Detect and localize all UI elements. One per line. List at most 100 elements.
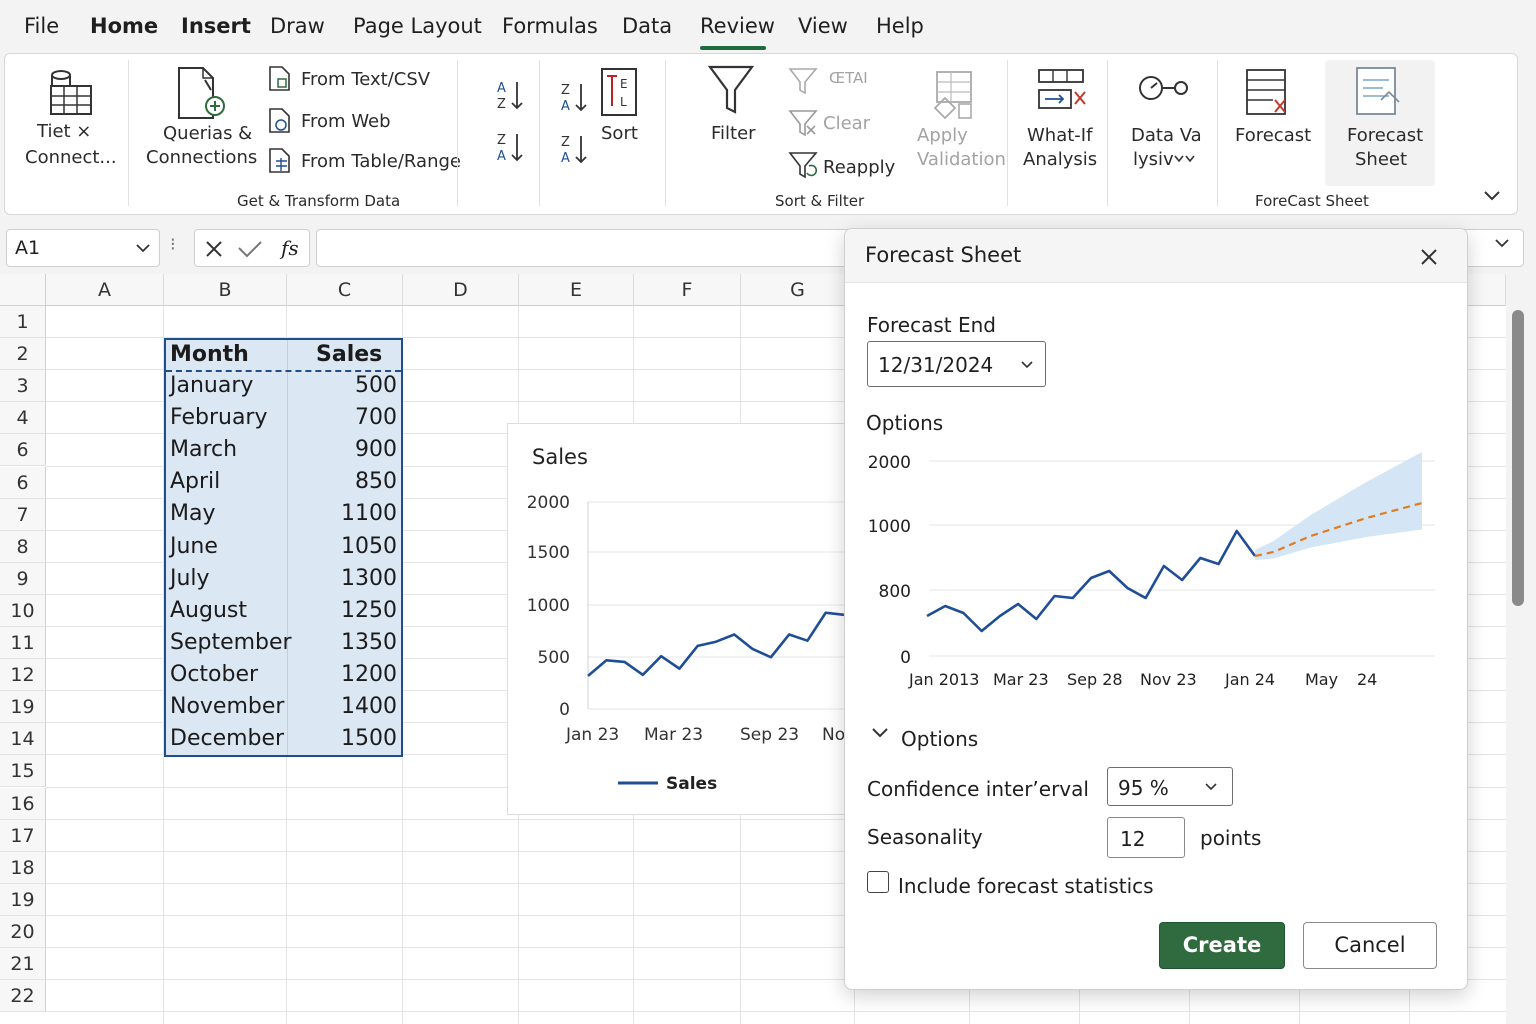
expand-formula-bar-icon[interactable] [1494, 238, 1510, 248]
row-header[interactable]: 4 [0, 402, 46, 435]
row-header[interactable]: 12 [0, 659, 46, 692]
menu-page-layout[interactable]: Page Layout [353, 14, 482, 38]
insert-function-button[interactable]: fs [281, 236, 299, 260]
row-header[interactable]: 11 [0, 627, 46, 660]
row-header[interactable]: 3 [0, 370, 46, 403]
column-header-c[interactable]: C [287, 274, 403, 306]
cell-sales[interactable]: 1400 [341, 694, 397, 719]
cell-month[interactable]: May [170, 501, 215, 526]
forecast-end-select[interactable]: 12/31/2024 [867, 341, 1046, 387]
data-analysis-icon [1139, 76, 1188, 100]
row-header[interactable]: 19 [0, 691, 46, 724]
name-box[interactable]: A1 [6, 229, 160, 267]
select-all-corner[interactable] [0, 274, 46, 306]
cell-sales[interactable]: 1200 [341, 662, 397, 687]
include-stats-label[interactable]: Include forecast statistics [898, 874, 1154, 898]
cell-month[interactable]: October [170, 662, 258, 687]
cell-sales[interactable]: 1350 [341, 630, 397, 655]
row-header[interactable]: 17 [0, 819, 46, 852]
row-header[interactable]: 9 [0, 562, 46, 595]
menu-view[interactable]: View [798, 14, 848, 38]
row-header[interactable]: 16 [0, 787, 46, 820]
reapply-filter-icon [788, 152, 818, 179]
column-header-a[interactable]: A [46, 274, 164, 306]
row-header[interactable]: 1 [0, 306, 46, 339]
cell-sales[interactable]: 700 [355, 405, 397, 430]
scrollbar-thumb[interactable] [1512, 310, 1524, 606]
column-header-d[interactable]: D [403, 274, 519, 306]
cell-month[interactable]: April [170, 469, 220, 494]
confirm-entry-icon[interactable] [237, 240, 263, 258]
menu-draw[interactable]: Draw [270, 14, 325, 38]
row-header[interactable]: 21 [0, 948, 46, 981]
column-header-g[interactable]: G [741, 274, 855, 306]
cell-month[interactable]: February [170, 405, 268, 430]
cell-sales[interactable]: 1300 [341, 566, 397, 591]
column-header-f[interactable]: F [634, 274, 741, 306]
cell-month[interactable]: August [170, 598, 247, 623]
table-column-divider [287, 340, 288, 755]
header-month[interactable]: Month [170, 342, 249, 367]
column-header-b[interactable]: B [164, 274, 287, 306]
cell-sales[interactable]: 1050 [341, 534, 397, 559]
menu-home[interactable]: Home [90, 14, 158, 38]
close-icon[interactable] [1413, 241, 1445, 273]
row-header[interactable]: 6 [0, 466, 46, 499]
cell-month[interactable]: June [170, 534, 218, 559]
cell-month[interactable]: January [170, 373, 253, 398]
cell-month[interactable]: December [170, 726, 284, 751]
include-stats-checkbox[interactable] [867, 871, 889, 893]
row-header[interactable]: 7 [0, 498, 46, 531]
chevron-down-icon[interactable] [135, 243, 151, 253]
cancel-entry-icon[interactable] [205, 240, 223, 258]
cell-month[interactable]: March [170, 437, 237, 462]
row-header[interactable]: 6 [0, 434, 46, 467]
forecast-sheet-button[interactable]: Forecast Sheet [1325, 60, 1435, 186]
row-header[interactable]: 19 [0, 883, 46, 916]
create-button[interactable]: Create [1159, 922, 1285, 969]
chevron-down-icon[interactable] [871, 727, 889, 739]
cell-sales[interactable]: 900 [355, 437, 397, 462]
menu-data[interactable]: Data [622, 14, 672, 38]
cell-sales[interactable]: 1100 [341, 501, 397, 526]
cell-sales[interactable]: 1500 [341, 726, 397, 751]
cancel-button[interactable]: Cancel [1303, 922, 1437, 969]
cell-month[interactable]: November [170, 694, 284, 719]
options-toggle[interactable]: Options [901, 727, 978, 751]
sales-table[interactable]: Month Sales January 500 February 700 March 90… [164, 338, 403, 757]
cell-sales[interactable]: 500 [355, 373, 397, 398]
row-header[interactable]: 22 [0, 980, 46, 1013]
menu-formulas[interactable]: Formulas [502, 14, 598, 38]
confidence-interval-select[interactable]: 95 % [1107, 767, 1233, 806]
sort-az-icon[interactable]: Z A [559, 132, 589, 166]
sales-chart[interactable]: Sales 2000 1500 1000 500 0 Jan 23 Mar 23 Sep 23 N… [507, 423, 868, 815]
cell-sales[interactable]: 1250 [341, 598, 397, 623]
header-sales[interactable]: Sales [316, 342, 382, 367]
forecast-y-tick: 1000 [868, 517, 911, 537]
menu-file[interactable]: File [24, 14, 59, 38]
menu-review[interactable]: Review [700, 14, 775, 38]
ribbon-collapse-icon[interactable] [1483, 190, 1501, 202]
row-header[interactable]: 8 [0, 530, 46, 563]
menu-help[interactable]: Help [876, 14, 924, 38]
sort-ascending-icon[interactable]: A Z [495, 78, 525, 112]
sort-za-icon[interactable]: Z A [559, 80, 589, 114]
svg-text:Z: Z [497, 133, 506, 148]
row-header[interactable]: 18 [0, 851, 46, 884]
row-header[interactable]: 20 [0, 915, 46, 948]
web-file-icon [269, 108, 290, 133]
cell-month[interactable]: September [170, 630, 292, 655]
row-header[interactable]: 14 [0, 723, 46, 756]
column-header-e[interactable]: E [519, 274, 634, 306]
cell-sales[interactable]: 850 [355, 469, 397, 494]
row-header[interactable]: 2 [0, 338, 46, 371]
svg-text:L: L [620, 95, 627, 109]
cell-month[interactable]: July [170, 566, 210, 591]
row-header[interactable]: 15 [0, 755, 46, 788]
sort-descending-icon[interactable]: Z A [495, 130, 525, 164]
menu-insert[interactable]: Insert [181, 14, 251, 38]
vertical-scrollbar[interactable] [1506, 274, 1536, 1024]
forecast-preview-chart: 2000 1000 800 0 Jan 2013 Mar 23 Sep 28 Nov 23 Ja… [868, 452, 1435, 689]
seasonality-input[interactable]: 12 [1107, 817, 1185, 858]
row-header[interactable]: 10 [0, 594, 46, 627]
